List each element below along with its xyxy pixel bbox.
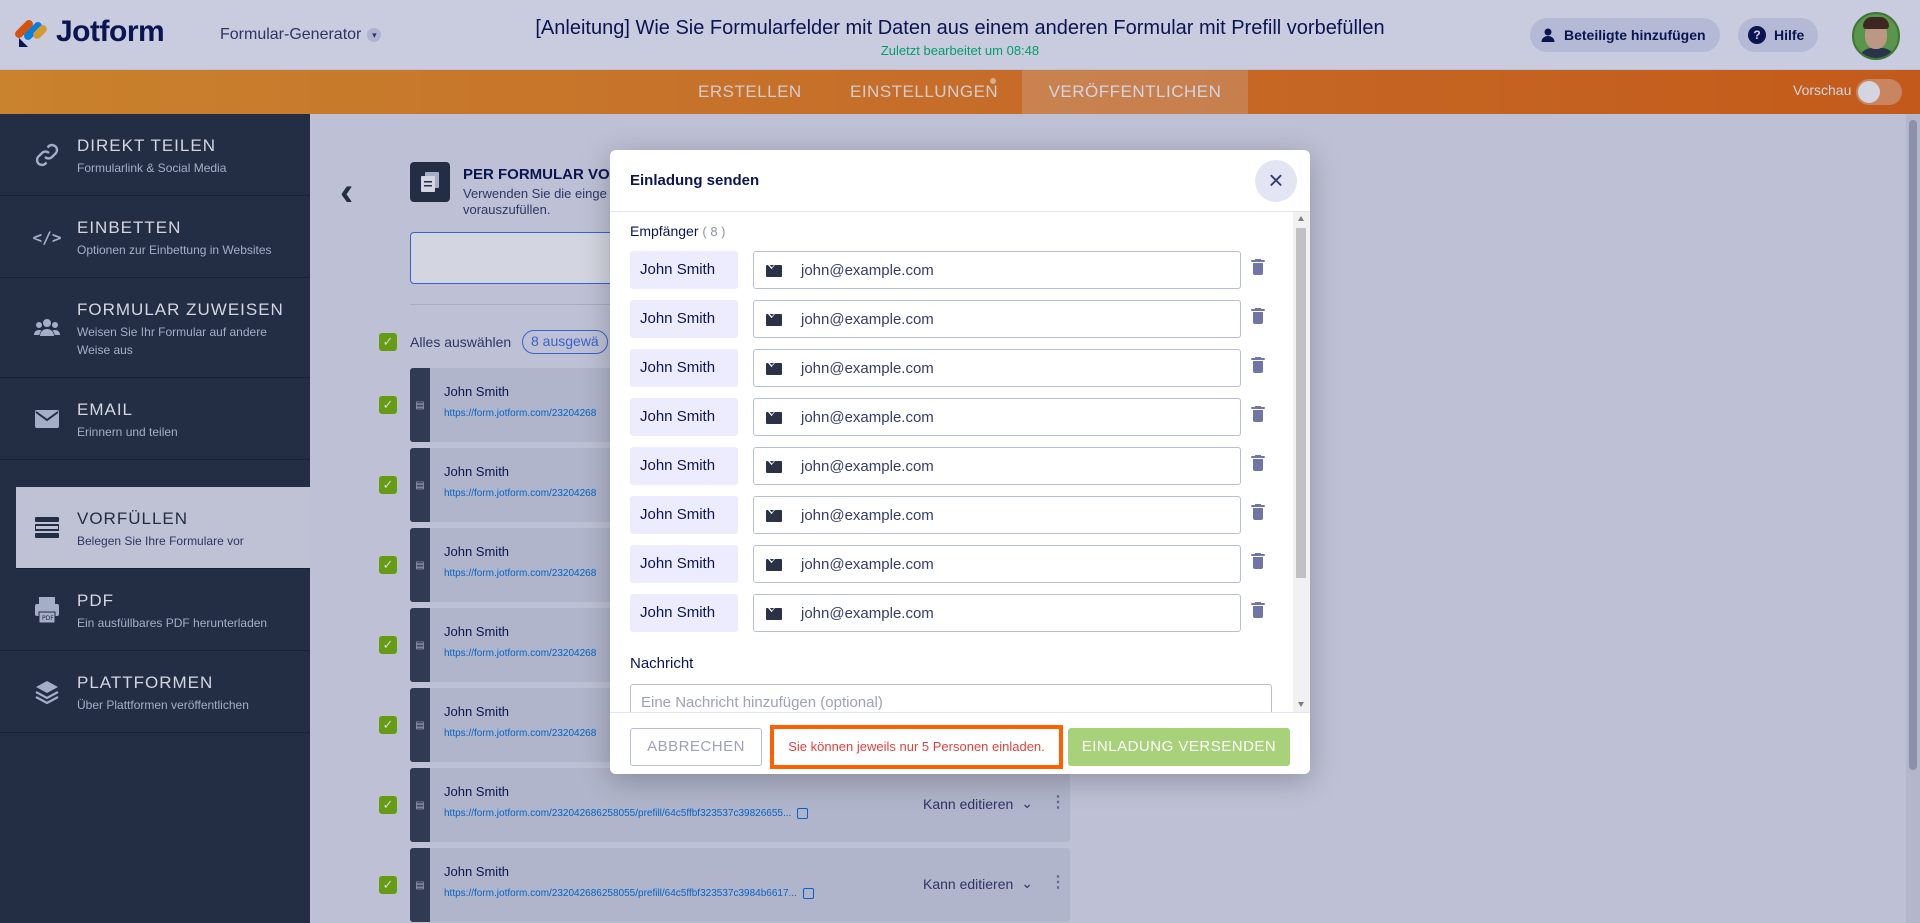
trash-icon[interactable] [1251,504,1265,521]
recipient-email-value: john@example.com [801,605,934,622]
trash-icon[interactable] [1251,308,1265,325]
mail-icon [766,608,782,620]
recipient-name[interactable]: John Smith [630,398,738,436]
mail-icon [766,314,782,326]
trash-icon[interactable] [1251,406,1265,423]
invite-limit-warning: Sie können jeweils nur 5 Personen einlad… [770,725,1063,769]
recipient-name[interactable]: John Smith [630,545,738,583]
trash-icon[interactable] [1251,357,1265,374]
send-invitation-button[interactable]: EINLADUNG VERSENDEN [1068,728,1290,766]
mail-icon [766,559,782,571]
recipient-email-value: john@example.com [801,311,934,328]
recipient-email-field[interactable]: john@example.com [753,300,1241,338]
modal-scrollbar[interactable] [1293,212,1310,712]
message-label: Nachricht [630,655,694,672]
trash-icon[interactable] [1251,602,1265,619]
recipient-email-value: john@example.com [801,556,934,573]
close-icon[interactable]: × [1255,160,1297,202]
modal-footer: ABBRECHEN Sie können jeweils nur 5 Perso… [610,712,1310,774]
message-placeholder: Eine Nachricht hinzufügen (optional) [641,694,883,711]
recipient-email-field[interactable]: john@example.com [753,447,1241,485]
trash-icon[interactable] [1251,553,1265,570]
trash-icon[interactable] [1251,259,1265,276]
recipients-count: ( 8 ) [702,224,726,239]
recipient-email-field[interactable]: john@example.com [753,349,1241,387]
recipient-name[interactable]: John Smith [630,300,738,338]
recipient-name[interactable]: John Smith [630,349,738,387]
modal-title: Einladung senden [630,172,760,189]
recipient-email-field[interactable]: john@example.com [753,251,1241,289]
mail-icon [766,265,782,277]
mail-icon [766,412,782,424]
modal-header: Einladung senden × [610,150,1310,212]
recipient-email-field[interactable]: john@example.com [753,545,1241,583]
recipient-email-value: john@example.com [801,458,934,475]
recipient-email-value: john@example.com [801,507,934,524]
mail-icon [766,510,782,522]
recipient-email-value: john@example.com [801,360,934,377]
recipient-name[interactable]: John Smith [630,447,738,485]
cancel-button[interactable]: ABBRECHEN [630,728,762,766]
trash-icon[interactable] [1251,455,1265,472]
recipient-name[interactable]: John Smith [630,496,738,534]
recipient-email-field[interactable]: john@example.com [753,398,1241,436]
mail-icon [766,461,782,473]
send-invitation-modal: Einladung senden × Empfänger ( 8 ) John … [610,150,1310,774]
recipient-email-value: john@example.com [801,262,934,279]
recipient-email-field[interactable]: john@example.com [753,496,1241,534]
recipient-name[interactable]: John Smith [630,594,738,632]
recipient-email-field[interactable]: john@example.com [753,594,1241,632]
recipient-name[interactable]: John Smith [630,251,738,289]
recipient-email-value: john@example.com [801,409,934,426]
recipients-label-text: Empfänger [630,223,699,239]
recipients-label: Empfänger ( 8 ) [630,223,726,239]
mail-icon [766,363,782,375]
